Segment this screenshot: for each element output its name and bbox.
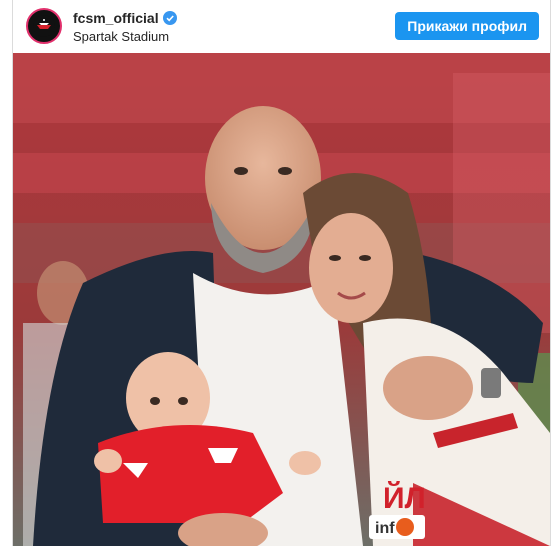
shirt-sponsor-logo-text: inf [375,520,395,537]
post-photo[interactable]: ЙЛ inf [13,53,550,546]
spartak-logo-icon [33,15,55,37]
verified-badge-icon [162,11,177,25]
post-header: fcsm_official Spartak Stadium Прикажи пр… [13,0,550,53]
username-link[interactable]: fcsm_official [73,10,159,26]
view-profile-button[interactable]: Прикажи профил [395,12,539,40]
location-link[interactable]: Spartak Stadium [73,29,169,44]
instagram-embed-card: fcsm_official Spartak Stadium Прикажи пр… [12,0,551,546]
shirt-sponsor-text: ЙЛ [383,481,426,515]
avatar[interactable] [26,8,62,44]
